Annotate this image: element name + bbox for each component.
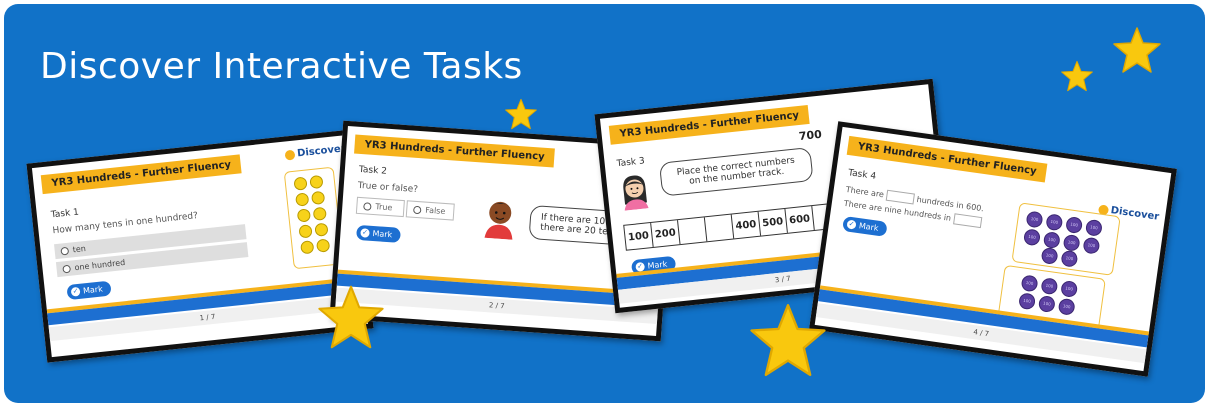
star-icon — [1113, 27, 1161, 73]
star-icon — [750, 303, 826, 377]
girl-avatar-icon — [623, 175, 649, 211]
track-cell[interactable] — [678, 217, 708, 245]
discover-logo: Discover — [284, 143, 346, 161]
check-icon: ✓ — [846, 219, 857, 230]
slide-title: YR3 Hundreds - Further Fluency — [846, 135, 1048, 183]
answer-input[interactable] — [885, 189, 915, 205]
radio-icon — [363, 201, 372, 211]
radio-icon — [413, 205, 422, 214]
answer-input[interactable] — [952, 213, 983, 229]
radio-icon — [60, 246, 70, 256]
check-icon: ✓ — [70, 286, 81, 297]
slide-title: YR3 Hundreds - Further Fluency — [40, 154, 242, 195]
task-label: Task 1 — [50, 207, 80, 221]
track-cell: 600 — [785, 206, 815, 233]
option-false[interactable]: False — [405, 200, 455, 221]
track-cell: 400 — [731, 211, 762, 239]
check-icon: ✓ — [360, 228, 370, 238]
slide-title: YR3 Hundreds - Further Fluency — [354, 134, 556, 168]
banner: Discover Interactive Tasks YR3 Hundreds … — [4, 4, 1205, 403]
task-label: Task 2 — [358, 164, 388, 177]
mark-button[interactable]: ✓ Mark — [66, 280, 112, 301]
slide-title: YR3 Hundreds - Further Fluency — [608, 104, 810, 145]
star-icon — [505, 98, 537, 130]
banner-title: Discover Interactive Tasks — [40, 46, 523, 87]
star-icon — [318, 285, 384, 349]
child-avatar-icon — [484, 201, 513, 240]
target-number[interactable]: 700 — [798, 128, 822, 143]
slide-task-4[interactable]: YR3 Hundreds - Further Fluency Discover … — [809, 121, 1177, 377]
track-cell: 100 — [624, 222, 654, 250]
question-text: True or false? — [357, 180, 419, 196]
track-cell[interactable] — [704, 214, 735, 242]
task-label: Task 3 — [616, 156, 646, 170]
mark-button[interactable]: ✓ Mark — [842, 215, 888, 237]
star-icon — [1061, 60, 1093, 92]
mark-button[interactable]: ✓ Mark — [356, 224, 401, 243]
track-cell: 200 — [651, 220, 681, 247]
radio-icon — [62, 264, 72, 273]
option-true[interactable]: True — [355, 196, 405, 218]
task-label: Task 4 — [847, 168, 877, 182]
track-cell: 500 — [758, 208, 788, 236]
counter-box: 100 100 100 100 100 100 100 100 100 100 — [1011, 202, 1121, 276]
speech-bubble: Place the correct numbers on the number … — [658, 146, 814, 197]
